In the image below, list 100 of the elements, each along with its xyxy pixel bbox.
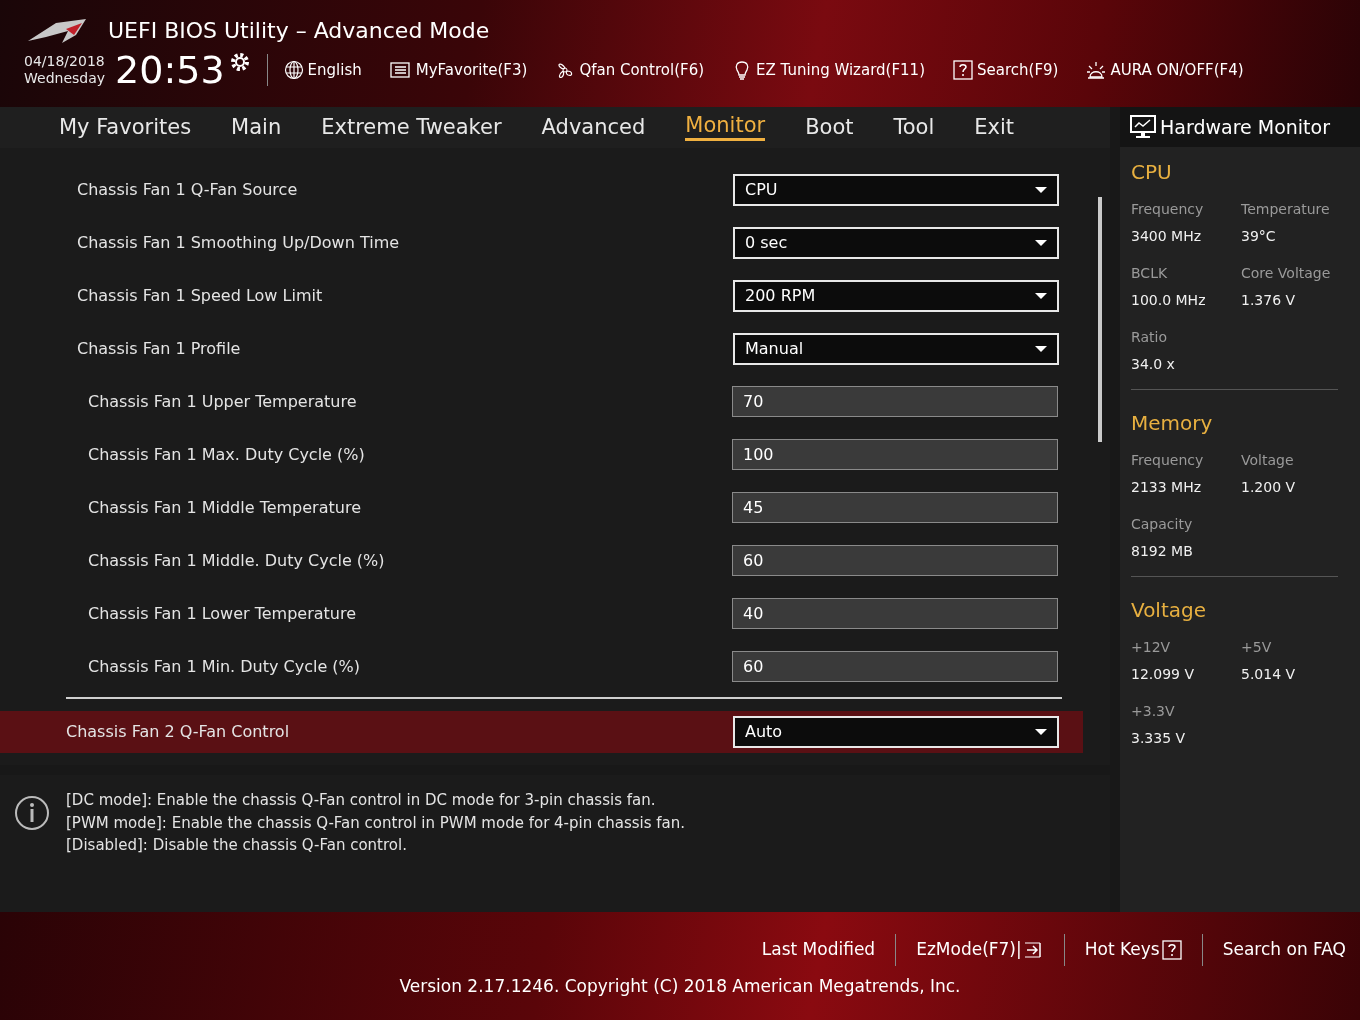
version-text: Version 2.17.1246. Copyright (C) 2018 American Megatrends, Inc.: [398, 975, 962, 998]
setting-label: Chassis Fan 1 Upper Temperature: [88, 390, 358, 413]
question-icon: [953, 60, 973, 80]
setting-label: Chassis Fan 1 Min. Duty Cycle (%): [88, 655, 362, 678]
monitor-value: 3400 MHz: [1131, 227, 1203, 246]
monitor-value: 2133 MHz: [1131, 478, 1203, 497]
monitor-label: +5V: [1241, 638, 1273, 657]
setting-label: Chassis Fan 1 Speed Low Limit: [77, 284, 324, 307]
caret-icon: [1035, 292, 1047, 299]
list-icon: [389, 60, 412, 80]
monitor-label: Frequency: [1131, 200, 1205, 219]
footer-link[interactable]: EzMode(F7)|: [916, 937, 1044, 963]
menu-tab[interactable]: Extreme Tweaker: [321, 115, 502, 140]
globe-icon: [283, 60, 304, 80]
selected-row[interactable]: Chassis Fan 2 Q-Fan Control Auto: [0, 711, 1083, 753]
monitor-label: Core Voltage: [1241, 264, 1332, 283]
help-text: [PWM mode]: Enable the chassis Q-Fan control in PWM mode for 4-pin chassis fan.: [66, 812, 686, 834]
section-title: Memory: [1131, 410, 1214, 437]
date-text: 04/18/2018: [24, 53, 106, 70]
settings-icon[interactable]: [228, 51, 251, 73]
menu-tab[interactable]: Advanced: [541, 115, 646, 140]
menu-tab[interactable]: Exit: [974, 115, 1015, 140]
dropdown-field[interactable]: Manual: [733, 332, 1059, 365]
monitor-value: 1.200 V: [1241, 478, 1297, 497]
menu-tab[interactable]: Monitor: [685, 114, 766, 141]
weekday-text: Wednesday: [24, 70, 106, 87]
setting-row[interactable]: Chassis Fan 1 Speed Low Limit 200 RPM: [0, 269, 1110, 322]
input-field[interactable]: 45: [732, 492, 1058, 523]
clock-time: 20:53: [115, 51, 225, 89]
caret-icon: [1035, 729, 1047, 735]
monitor-label: BCLK: [1131, 264, 1169, 283]
dropdown-field[interactable]: Auto: [733, 716, 1059, 748]
monitor-value: 39°C: [1241, 227, 1277, 246]
monitor-label: Voltage: [1241, 451, 1295, 470]
dropdown-field[interactable]: 0 sec: [733, 226, 1059, 259]
menu-tab[interactable]: Tool: [893, 115, 935, 140]
footer-link[interactable]: Last Modified: [761, 937, 876, 963]
monitor-value: 8192 MB: [1131, 542, 1194, 561]
help-text: [DC mode]: Enable the chassis Q-Fan control in DC mode for 3-pin chassis fan.: [66, 790, 657, 811]
monitor-value: 100.0 MHz: [1131, 291, 1207, 310]
monitor-label: Capacity: [1131, 515, 1194, 534]
help-text: [Disabled]: Disable the chassis Q-Fan control.: [66, 835, 408, 856]
monitor-label: Frequency: [1131, 451, 1205, 470]
setting-label: Chassis Fan 1 Lower Temperature: [88, 602, 358, 625]
toolbar-button[interactable]: MyFavorite(F3): [389, 58, 528, 82]
input-field[interactable]: 70: [732, 386, 1058, 417]
setting-row[interactable]: Chassis Fan 1 Max. Duty Cycle (%) 100: [0, 428, 1110, 481]
dropdown-field[interactable]: CPU: [733, 173, 1059, 206]
panel-title: Hardware Monitor: [1160, 114, 1330, 140]
monitor-label: +12V: [1131, 638, 1172, 657]
toolbar-button[interactable]: EZ Tuning Wizard(F11): [732, 58, 925, 82]
menu-tab[interactable]: My Favorites: [59, 115, 192, 140]
toolbar-button[interactable]: Search(F9): [953, 58, 1059, 82]
input-field[interactable]: 60: [732, 545, 1058, 576]
setting-label: Chassis Fan 1 Smoothing Up/Down Time: [77, 231, 401, 254]
setting-row[interactable]: Chassis Fan 1 Middle Temperature 45: [0, 481, 1110, 534]
footer-link[interactable]: Hot Keys: [1084, 937, 1182, 963]
monitor-label: +3.3V: [1131, 702, 1176, 721]
setting-row[interactable]: Chassis Fan 1 Min. Duty Cycle (%) 60: [0, 640, 1110, 693]
toolbar-button[interactable]: AURA ON/OFF(F4): [1086, 58, 1244, 82]
caret-icon: [1035, 186, 1047, 193]
scrollbar[interactable]: [1098, 197, 1102, 442]
lamp-icon: [1086, 60, 1107, 80]
menu-tab[interactable]: Boot: [805, 115, 854, 140]
setting-label: Chassis Fan 1 Profile: [77, 337, 242, 360]
setting-label: Chassis Fan 1 Q-Fan Source: [77, 178, 299, 201]
monitor-value: 3.335 V: [1131, 729, 1187, 748]
monitor-icon: [1130, 115, 1156, 139]
exit-icon: [1023, 940, 1044, 960]
toolbar-button[interactable]: Qfan Control(F6): [555, 58, 705, 82]
setting-label: Chassis Fan 2 Q-Fan Control: [66, 721, 291, 743]
caret-icon: [1035, 239, 1047, 246]
setting-label: Chassis Fan 1 Max. Duty Cycle (%): [88, 443, 366, 466]
monitor-value: 1.376 V: [1241, 291, 1297, 310]
monitor-value: 34.0 x: [1131, 355, 1176, 374]
footer-link[interactable]: Search on FAQ: [1222, 937, 1346, 963]
setting-row[interactable]: Chassis Fan 1 Q-Fan Source CPU: [0, 163, 1110, 216]
monitor-value: 5.014 V: [1241, 665, 1297, 684]
window-title: UEFI BIOS Utility – Advanced Mode: [108, 17, 490, 45]
dropdown-field[interactable]: 200 RPM: [733, 279, 1059, 312]
setting-row[interactable]: Chassis Fan 1 Smoothing Up/Down Time 0 sec: [0, 216, 1110, 269]
menu-tab[interactable]: Main: [231, 115, 282, 140]
setting-label: Chassis Fan 1 Middle. Duty Cycle (%): [88, 549, 386, 572]
setting-label: Chassis Fan 1 Middle Temperature: [88, 496, 362, 519]
setting-row[interactable]: Chassis Fan 1 Profile Manual: [0, 322, 1110, 375]
setting-row[interactable]: Chassis Fan 1 Lower Temperature 40: [0, 587, 1110, 640]
section-title: CPU: [1131, 159, 1173, 186]
setting-row[interactable]: Chassis Fan 1 Middle. Duty Cycle (%) 60: [0, 534, 1110, 587]
monitor-label: Temperature: [1241, 200, 1331, 219]
monitor-value: 12.099 V: [1131, 665, 1195, 684]
setting-row[interactable]: Chassis Fan 1 Upper Temperature 70: [0, 375, 1110, 428]
section-title: Voltage: [1131, 597, 1208, 624]
info-icon: [14, 795, 50, 831]
input-field[interactable]: 100: [732, 439, 1058, 470]
toolbar-button[interactable]: English: [283, 58, 362, 82]
caret-icon: [1035, 345, 1047, 352]
input-field[interactable]: 40: [732, 598, 1058, 629]
input-field[interactable]: 60: [732, 651, 1058, 682]
question-icon: [1161, 940, 1182, 960]
monitor-label: Ratio: [1131, 328, 1168, 347]
